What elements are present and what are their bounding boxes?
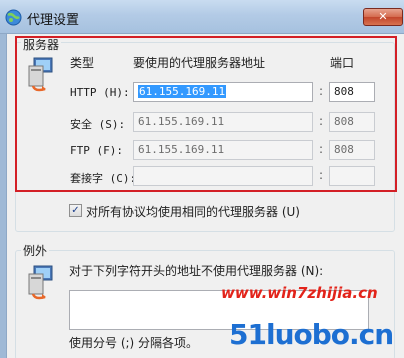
close-icon: ✕ (378, 10, 388, 23)
secure-port-separator: : (319, 114, 324, 128)
close-button[interactable]: ✕ (363, 8, 403, 26)
ftp-port-input[interactable]: 808 (329, 140, 375, 160)
exceptions-hint: 使用分号 (;) 分隔各项。 (69, 336, 199, 350)
exceptions-group-label: 例外 (21, 242, 50, 259)
column-type-header: 类型 (70, 56, 95, 70)
socks-label: 套接字 (C): (70, 172, 137, 185)
dialog-body: 服务器 类型 要使用的代理服务器地址 端口 HTTP (H): 61.155.1… (6, 34, 404, 358)
servers-group-label: 服务器 (21, 36, 62, 53)
column-address-header: 要使用的代理服务器地址 (133, 56, 266, 70)
socks-address-input[interactable] (133, 166, 313, 186)
http-address-selected-text: 61.155.169.11 (138, 85, 227, 98)
http-label: HTTP (H): (70, 86, 130, 99)
ftp-port-separator: : (319, 142, 324, 156)
socks-port-input[interactable] (329, 166, 375, 186)
http-address-input[interactable]: 61.155.169.11 (133, 82, 313, 102)
secure-port-input[interactable]: 808 (329, 112, 375, 132)
http-port-input[interactable]: 808 (329, 82, 375, 102)
column-port-header: 端口 (330, 56, 355, 70)
window-title: 代理设置 (27, 13, 80, 28)
secure-label: 安全 (S): (70, 118, 126, 131)
network-computer-icon (28, 57, 53, 92)
same-proxy-label[interactable]: 对所有协议均使用相同的代理服务器 (U) (86, 203, 300, 220)
watermark-51luobo: 51luobo.cn (229, 318, 394, 351)
network-computer-icon (28, 265, 53, 300)
ftp-address-input[interactable]: 61.155.169.11 (133, 140, 313, 160)
http-port-separator: : (319, 84, 324, 98)
secure-address-input[interactable]: 61.155.169.11 (133, 112, 313, 132)
ftp-label: FTP (F): (70, 144, 123, 157)
title-bar[interactable]: 代理设置 ✕ (0, 0, 404, 34)
watermark-win7zhijia: www.win7zhijia.cn (221, 284, 378, 302)
same-proxy-checkbox[interactable]: ✓ (69, 204, 82, 217)
socks-port-separator: : (319, 168, 324, 182)
internet-globe-icon (5, 9, 22, 26)
exceptions-description: 对于下列字符开头的地址不使用代理服务器 (N): (69, 264, 324, 278)
